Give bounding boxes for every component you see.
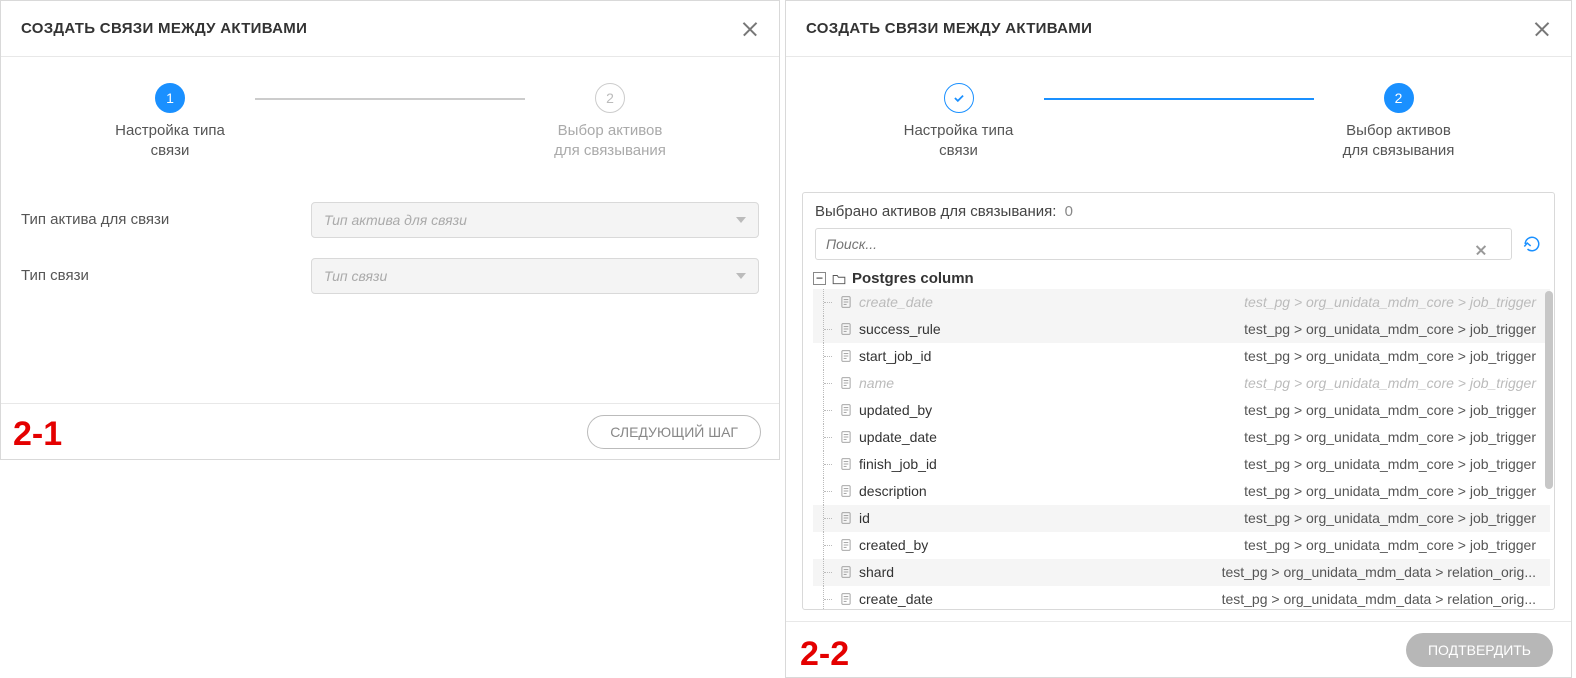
tree-item[interactable]: finish_job_id test_pg > org_unidata_mdm_c… — [813, 451, 1550, 478]
item-path: test_pg > org_unidata_mdm_data > relatio… — [1222, 564, 1550, 580]
item-path: test_pg > org_unidata_mdm_core > job_tri… — [1244, 456, 1550, 472]
step-connector — [255, 98, 525, 100]
tree-root[interactable]: − Postgres column — [813, 268, 1550, 289]
item-name: id — [859, 510, 870, 526]
annotation-2-1: 2-1 — [13, 415, 62, 454]
file-icon — [839, 565, 853, 579]
item-name: create_date — [859, 591, 933, 607]
item-path: test_pg > org_unidata_mdm_core > job_tri… — [1244, 429, 1550, 445]
item-path: test_pg > org_unidata_mdm_core > job_tri… — [1244, 375, 1550, 391]
dialog-step1: СОЗДАТЬ СВЯЗИ МЕЖДУ АКТИВАМИ 1 Настройка… — [0, 0, 780, 460]
stepper: 1 Настройка типа связи 2 Выбор активов д… — [1, 57, 779, 182]
asset-tree[interactable]: − Postgres column create_date test_pg > o… — [803, 268, 1554, 609]
item-name: finish_job_id — [859, 456, 937, 472]
dialog-footer: ПОДТВЕРДИТЬ — [786, 621, 1571, 677]
dialog-title: СОЗДАТЬ СВЯЗИ МЕЖДУ АКТИВАМИ — [806, 20, 1092, 37]
file-icon — [839, 484, 853, 498]
tree-item[interactable]: shard test_pg > org_unidata_mdm_data > re… — [813, 559, 1550, 586]
item-path: test_pg > org_unidata_mdm_core > job_tri… — [1244, 510, 1550, 526]
item-path: test_pg > org_unidata_mdm_core > job_tri… — [1244, 321, 1550, 337]
step-2-circle: 2 — [595, 83, 625, 113]
tree-item[interactable]: id test_pg > org_unidata_mdm_core > job_t… — [813, 505, 1550, 532]
row-asset-type: Тип актива для связи Тип актива для связ… — [21, 202, 759, 238]
tree-item[interactable]: updated_by test_pg > org_unidata_mdm_core… — [813, 397, 1550, 424]
step-2: 2 Выбор активов для связывания — [525, 83, 695, 162]
clear-search-icon[interactable] — [1474, 243, 1488, 257]
file-icon — [839, 430, 853, 444]
step-2-circle: 2 — [1384, 83, 1414, 113]
step-1-label: Настройка типа связи — [115, 121, 225, 162]
dialog-footer: СЛЕДУЮЩИЙ ШАГ — [1, 403, 779, 459]
file-icon — [839, 349, 853, 363]
item-name: create_date — [859, 294, 933, 310]
selected-count: 0 — [1065, 203, 1073, 220]
row-relation-type: Тип связи Тип связи — [21, 258, 759, 294]
file-icon — [839, 457, 853, 471]
form: Тип актива для связи Тип актива для связ… — [1, 182, 779, 334]
step-2-label: Выбор активов для связывания — [1343, 121, 1455, 162]
close-icon[interactable] — [1533, 20, 1551, 38]
next-step-button[interactable]: СЛЕДУЮЩИЙ ШАГ — [587, 415, 761, 449]
label-relation-type: Тип связи — [21, 267, 311, 284]
file-icon — [839, 592, 853, 606]
file-icon — [839, 376, 853, 390]
file-icon — [839, 538, 853, 552]
item-name: name — [859, 375, 894, 391]
selected-count-label: Выбрано активов для связывания: 0 — [803, 203, 1554, 228]
step-1-circle-done — [944, 83, 974, 113]
label-asset-type: Тип актива для связи — [21, 211, 311, 228]
dialog-header: СОЗДАТЬ СВЯЗИ МЕЖДУ АКТИВАМИ — [1, 1, 779, 57]
collapse-icon[interactable]: − — [813, 272, 826, 285]
item-path: test_pg > org_unidata_mdm_core > job_tri… — [1244, 537, 1550, 553]
item-name: update_date — [859, 429, 937, 445]
file-icon — [839, 322, 853, 336]
dialog-step2: СОЗДАТЬ СВЯЗИ МЕЖДУ АКТИВАМИ Настройка т… — [785, 0, 1572, 678]
asset-picker: Выбрано активов для связывания: 0 − Post… — [802, 192, 1555, 610]
close-icon[interactable] — [741, 20, 759, 38]
item-path: test_pg > org_unidata_mdm_data > relatio… — [1222, 591, 1550, 607]
item-name: description — [859, 483, 927, 499]
file-icon — [839, 403, 853, 417]
tree-item[interactable]: update_date test_pg > org_unidata_mdm_cor… — [813, 424, 1550, 451]
step-1: 1 Настройка типа связи — [85, 83, 255, 162]
file-icon — [839, 511, 853, 525]
annotation-2-2: 2-2 — [800, 635, 849, 674]
tree-item[interactable]: create_date test_pg > org_unidata_mdm_dat… — [813, 586, 1550, 609]
tree-item[interactable]: description test_pg > org_unidata_mdm_cor… — [813, 478, 1550, 505]
item-name: updated_by — [859, 402, 932, 418]
refresh-icon[interactable] — [1522, 234, 1542, 254]
file-icon — [839, 295, 853, 309]
tree-item[interactable]: success_rule test_pg > org_unidata_mdm_co… — [813, 316, 1550, 343]
step-connector — [1044, 98, 1314, 100]
tree-item[interactable]: start_job_id test_pg > org_unidata_mdm_co… — [813, 343, 1550, 370]
dialog-header: СОЗДАТЬ СВЯЗИ МЕЖДУ АКТИВАМИ — [786, 1, 1571, 57]
step-2-label: Выбор активов для связывания — [554, 121, 666, 162]
search-row — [803, 228, 1554, 268]
step-1-circle: 1 — [155, 83, 185, 113]
scrollbar[interactable] — [1545, 291, 1553, 489]
select-asset-type[interactable]: Тип актива для связи — [311, 202, 759, 238]
item-path: test_pg > org_unidata_mdm_core > job_tri… — [1244, 483, 1550, 499]
tree-item: name test_pg > org_unidata_mdm_core > job… — [813, 370, 1550, 397]
stepper: Настройка типа связи 2 Выбор активов для… — [786, 57, 1571, 182]
item-path: test_pg > org_unidata_mdm_core > job_tri… — [1244, 348, 1550, 364]
item-name: success_rule — [859, 321, 941, 337]
select-relation-type[interactable]: Тип связи — [311, 258, 759, 294]
folder-icon — [832, 272, 846, 284]
item-path: test_pg > org_unidata_mdm_core > job_tri… — [1244, 402, 1550, 418]
item-name: shard — [859, 564, 894, 580]
item-name: created_by — [859, 537, 928, 553]
step-1: Настройка типа связи — [874, 83, 1044, 162]
step-2: 2 Выбор активов для связывания — [1314, 83, 1484, 162]
item-name: start_job_id — [859, 348, 931, 364]
confirm-button[interactable]: ПОДТВЕРДИТЬ — [1406, 633, 1553, 667]
step-1-label: Настройка типа связи — [904, 121, 1014, 162]
search-input[interactable] — [815, 228, 1512, 260]
tree-root-label: Postgres column — [852, 270, 974, 287]
dialog-title: СОЗДАТЬ СВЯЗИ МЕЖДУ АКТИВАМИ — [21, 20, 307, 37]
tree-item[interactable]: created_by test_pg > org_unidata_mdm_core… — [813, 532, 1550, 559]
tree-item: create_date test_pg > org_unidata_mdm_cor… — [813, 289, 1550, 316]
item-path: test_pg > org_unidata_mdm_core > job_tri… — [1244, 294, 1550, 310]
